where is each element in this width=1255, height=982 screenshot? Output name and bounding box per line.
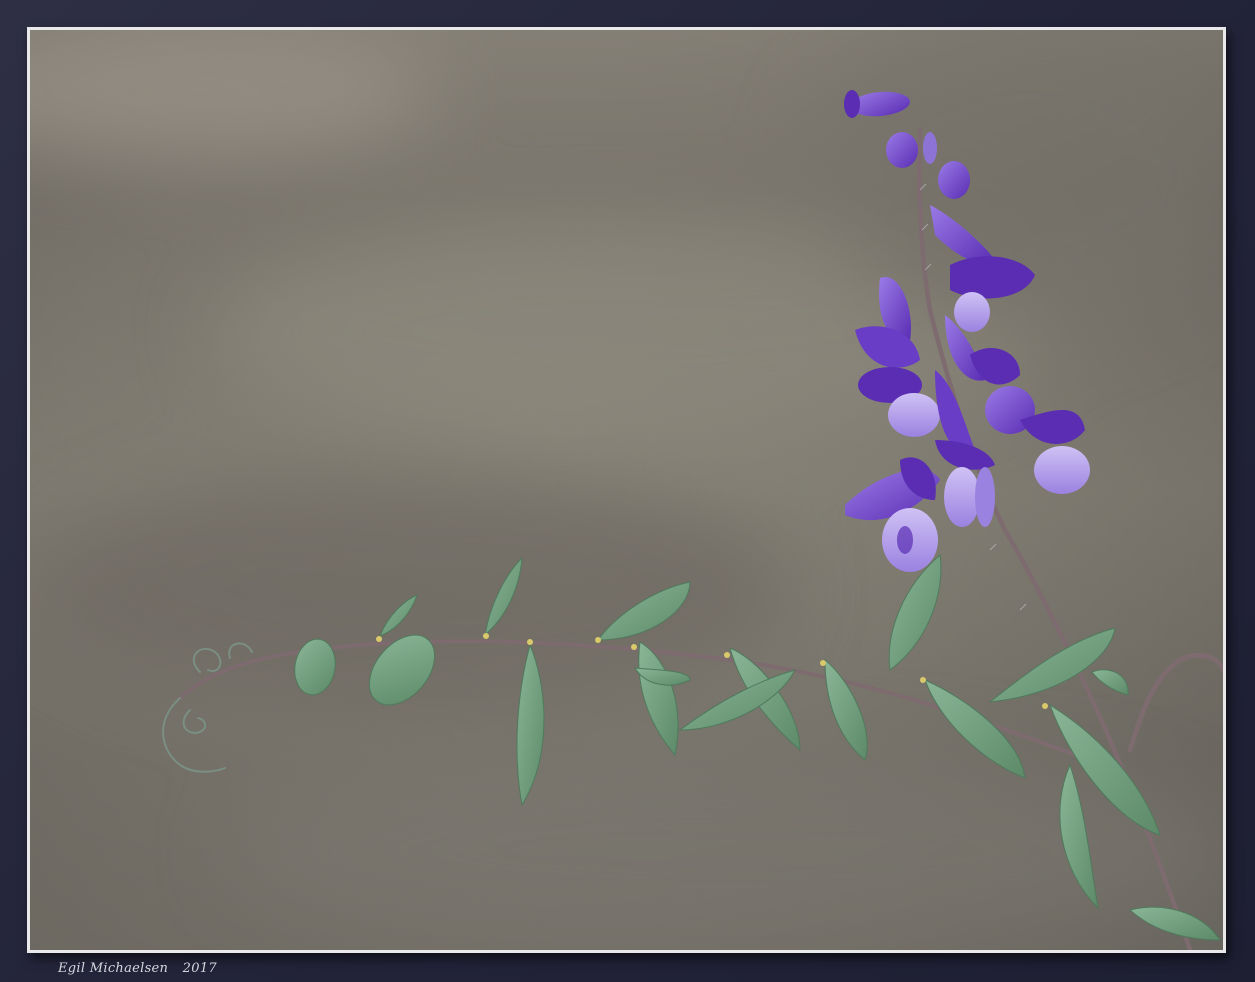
photographer-signature: Egil Michaelsen 2017: [58, 961, 217, 976]
photo-canvas: [30, 30, 1223, 950]
signature-author: Egil Michaelsen: [58, 961, 169, 976]
photograph: [30, 30, 1223, 950]
signature-year: 2017: [182, 961, 217, 976]
